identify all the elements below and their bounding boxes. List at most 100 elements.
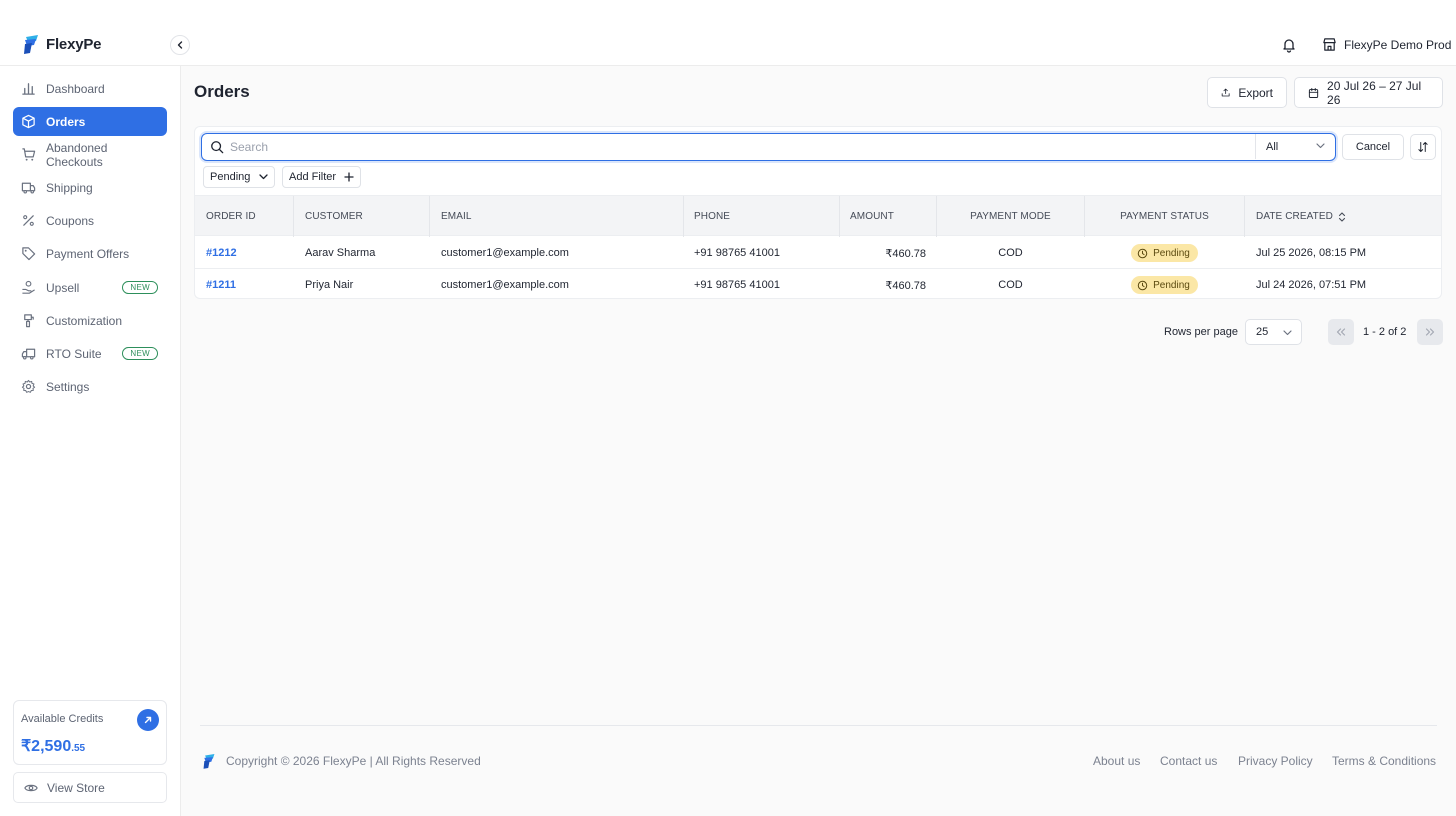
chevron-down-icon [259, 174, 268, 180]
sidebar-item-payment-offers[interactable]: Payment Offers [13, 239, 167, 268]
credits-go-button[interactable] [137, 709, 159, 731]
paint-bucket-icon [24, 314, 34, 328]
date-range-button[interactable]: 20 Jul 26 – 27 Jul 26 [1294, 77, 1443, 108]
footer-divider [200, 725, 1437, 726]
column-divider [429, 196, 430, 237]
credits-card: Available Credits ₹2,590.55 [13, 700, 167, 765]
sidebar-item-abandoned-checkouts[interactable]: Abandoned Checkouts [13, 140, 167, 169]
search-input[interactable] [230, 137, 1240, 157]
payment-mode-cell: COD [998, 247, 1023, 259]
hand-coin-icon [22, 280, 35, 294]
date-created-cell: Jul 25 2026, 08:15 PM [1256, 247, 1367, 259]
eye-icon [24, 784, 38, 791]
flexype-logo-icon [203, 754, 215, 769]
tag-icon [22, 247, 36, 261]
sidebar-item-settings[interactable]: Settings [13, 372, 167, 401]
credits-value: ₹2,590.55 [21, 736, 85, 756]
chevron-down-icon [1316, 143, 1325, 149]
column-divider [293, 196, 294, 237]
sidebar-item-coupons[interactable]: Coupons [13, 206, 167, 235]
column-payment-status: PAYMENT STATUS [1120, 211, 1209, 222]
search-icon [211, 141, 224, 154]
phone-cell: +91 98765 41001 [694, 247, 780, 259]
chevron-left-icon [177, 41, 183, 49]
chevrons-right-icon [1425, 328, 1435, 336]
sidebar-item-label: Settings [46, 379, 90, 394]
top-header: FlexyPe FlexyPe Demo Prod [0, 0, 1456, 66]
calendar-icon [1308, 87, 1319, 98]
cancel-button[interactable]: Cancel [1342, 134, 1404, 160]
date-range-label: 20 Jul 26 – 27 Jul 26 [1327, 78, 1422, 107]
truck-icon [21, 182, 36, 194]
sidebar-item-label: RTO Suite [46, 346, 102, 361]
column-date-created[interactable]: DATE CREATED [1256, 196, 1346, 237]
sidebar-item-label: Dashboard [46, 81, 105, 96]
status-badge: Pending [1131, 276, 1198, 294]
customer-cell: Priya Nair [305, 279, 354, 291]
footer-link-contact[interactable]: Contact us [1160, 754, 1217, 768]
plus-icon [344, 172, 354, 182]
sidebar-item-upsell[interactable]: Upsell NEW [13, 273, 167, 302]
footer-link-about[interactable]: About us [1093, 754, 1140, 768]
sidebar-item-dashboard[interactable]: Dashboard [13, 74, 167, 103]
table-row[interactable]: #1212 Aarav Sharma customer1@example.com… [195, 237, 1441, 269]
email-cell: customer1@example.com [441, 279, 569, 291]
column-order-id: ORDER ID [206, 211, 256, 222]
amount-cell: ₹460.78 [885, 247, 926, 260]
rows-per-page-select[interactable]: 25 [1245, 319, 1302, 345]
column-date-created-label: DATE CREATED [1256, 211, 1333, 222]
status-filter-chip[interactable]: Pending [203, 166, 275, 188]
bell-icon [1283, 39, 1295, 53]
cart-icon [22, 148, 36, 161]
clock-icon [1137, 280, 1148, 290]
rows-per-page-label: Rows per page [1164, 326, 1238, 338]
add-filter-button[interactable]: Add Filter [282, 166, 361, 188]
footer-link-terms[interactable]: Terms & Conditions [1332, 754, 1436, 768]
add-filter-label: Add Filter [289, 171, 337, 183]
chevron-down-icon [1283, 330, 1292, 336]
sidebar-item-shipping[interactable]: Shipping [13, 173, 167, 202]
status-badge-label: Pending [1153, 279, 1190, 291]
search-scope-select[interactable]: All [1255, 134, 1335, 159]
sidebar-item-rto-suite[interactable]: RTO Suite NEW [13, 339, 167, 368]
column-customer: CUSTOMER [305, 211, 363, 222]
order-id-link[interactable]: #1211 [206, 279, 236, 291]
sort-button[interactable] [1410, 134, 1436, 160]
credits-decimal: .55 [71, 743, 86, 754]
table-header: ORDER ID CUSTOMER EMAIL PHONE AMOUNT PAY… [195, 195, 1441, 237]
notifications-button[interactable] [1281, 37, 1297, 58]
export-label: Export [1238, 85, 1273, 100]
page-title: Orders [194, 82, 250, 101]
sidebar-item-label: Upsell [46, 280, 80, 295]
search-bar: All [201, 133, 1336, 161]
view-store-label: View Store [47, 780, 105, 795]
sidebar-item-orders[interactable]: Orders [13, 107, 167, 136]
chevrons-left-icon [1336, 328, 1346, 336]
previous-page-button[interactable] [1328, 319, 1354, 345]
export-button[interactable]: Export [1207, 77, 1287, 108]
view-store-button[interactable]: View Store [13, 772, 167, 803]
orders-panel: All Cancel Pending Add Filter ORDER ID C… [194, 126, 1442, 299]
column-email: EMAIL [441, 211, 472, 222]
percent-icon [23, 215, 34, 226]
table-row[interactable]: #1211 Priya Nair customer1@example.com +… [195, 269, 1441, 298]
date-created-cell: Jul 24 2026, 07:51 PM [1256, 279, 1367, 291]
flexype-logo-icon [24, 35, 38, 54]
bar-chart-icon [22, 83, 35, 95]
sidebar-item-label: Orders [46, 114, 86, 129]
next-page-button[interactable] [1417, 319, 1443, 345]
brand-logo[interactable]: FlexyPe [22, 34, 102, 54]
customer-cell: Aarav Sharma [305, 247, 376, 259]
column-divider [839, 196, 840, 237]
arrow-up-right-icon [144, 716, 152, 724]
store-selector[interactable]: FlexyPe Demo Prod [1322, 37, 1451, 52]
sidebar-item-customization[interactable]: Customization [13, 306, 167, 335]
column-amount: AMOUNT [850, 211, 894, 222]
footer-link-privacy[interactable]: Privacy Policy [1238, 754, 1313, 768]
order-id-link[interactable]: #1212 [206, 247, 237, 259]
collapse-sidebar-button[interactable] [170, 35, 190, 55]
column-divider [1244, 196, 1245, 237]
search-scope-value: All [1266, 140, 1279, 153]
amount-cell: ₹460.78 [885, 279, 926, 292]
rows-per-page-value: 25 [1256, 326, 1269, 338]
